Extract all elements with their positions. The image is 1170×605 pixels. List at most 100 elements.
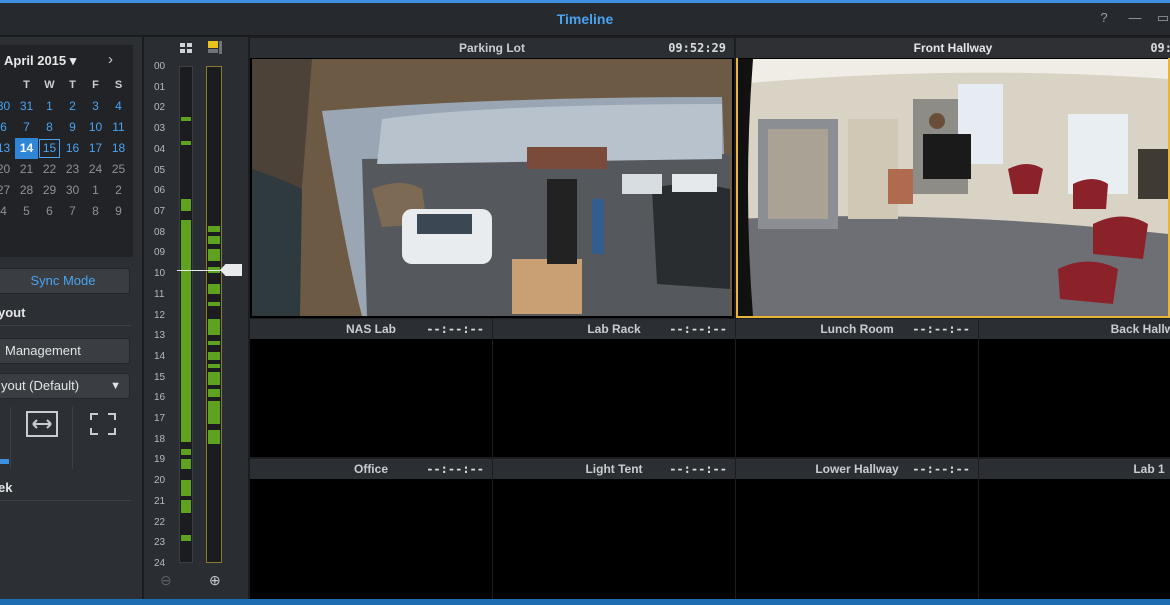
camera-tile-lower-hallway[interactable]: Lower Hallway --:--:-- [736,459,978,599]
recording-segment [181,535,191,542]
help-button[interactable]: ? [1095,9,1113,27]
calendar-day[interactable]: 7 [61,201,84,222]
timeline-track-left[interactable] [179,66,193,563]
minimize-button[interactable]: — [1126,9,1144,27]
sync-mode-button[interactable]: Sync Mode [0,268,130,294]
calendar-day[interactable]: 17 [84,138,107,159]
camera-tile-office[interactable]: Office --:--:-- [250,459,492,599]
recording-segment [208,401,220,424]
camera-tile-front-hallway[interactable]: Front Hallway 09: [736,38,1170,318]
month-selector[interactable]: April 2015 ▾ [4,53,76,69]
camera-header: Lab Rack --:--:-- [493,319,735,339]
calendar-day[interactable]: 14 [15,138,38,159]
calendar-day[interactable]: 2 [61,96,84,117]
calendar-day[interactable]: 6 [38,201,61,222]
camera-time: --:--:-- [426,462,484,476]
hour-label: 18 [154,433,166,445]
camera-tile-parking-lot[interactable]: Parking Lot 09:52:29 [250,38,734,318]
single-view-icon[interactable] [208,41,222,59]
calendar-day[interactable]: 8 [84,201,107,222]
recording-segment [208,225,220,232]
weekday-label: T [23,79,30,91]
week-section-title: ek [0,480,13,495]
calendar-day[interactable]: 11 [107,117,130,138]
hour-label: 17 [154,413,166,425]
calendar-day[interactable]: 16 [61,138,84,159]
calendar-day[interactable]: 27 [0,180,15,201]
calendar: April 2015 ▾ › T W T F S 30 31 1 2 3 4 6 7 8 9 10 11 13 14… [0,45,133,257]
calendar-day[interactable]: 29 [38,180,61,201]
weekday-label: T [69,79,76,91]
hour-label: 19 [154,454,166,466]
camera-time: --:--:-- [669,462,727,476]
calendar-day[interactable]: 1 [38,96,61,117]
hour-label: 22 [154,516,166,528]
camera-name: Front Hallway [913,41,993,55]
fullscreen-icon[interactable] [90,413,116,441]
camera-name: Parking Lot [458,41,525,55]
hour-label: 09 [154,247,166,259]
calendar-day[interactable]: 6 [0,117,15,138]
calendar-day[interactable]: 13 [0,138,15,159]
title-bar: Timeline ? — ▭ [0,3,1170,36]
camera-tile-lab-1[interactable]: Lab 1 [979,459,1170,599]
calendar-day[interactable]: 20 [0,159,15,180]
fit-width-icon[interactable] [26,411,58,443]
calendar-day[interactable]: 24 [84,159,107,180]
hour-label: 13 [154,330,166,342]
layout-section-title: yout [0,305,26,320]
calendar-day[interactable]: 31 [15,96,38,117]
calendar-day[interactable]: 5 [15,201,38,222]
calendar-day[interactable]: 30 [61,180,84,201]
weekday-label: W [44,79,55,91]
calendar-day[interactable]: 10 [84,117,107,138]
calendar-day[interactable]: 21 [15,159,38,180]
layout-dropdown[interactable]: yout (Default) ▼ [0,373,130,399]
calendar-day[interactable]: 9 [107,201,130,222]
maximize-button[interactable]: ▭ [1154,9,1170,27]
hour-label: 16 [154,392,166,404]
calendar-day[interactable]: 4 [0,201,15,222]
progress-indicator [0,459,9,464]
calendar-day[interactable]: 28 [15,180,38,201]
camera-tile-light-tent[interactable]: Light Tent --:--:-- [493,459,735,599]
hour-label: 20 [154,475,166,487]
calendar-day[interactable]: 23 [61,159,84,180]
divider [10,407,11,469]
zoom-in-icon[interactable]: ⊕ [209,572,221,589]
calendar-day[interactable]: 15 [38,138,61,159]
hour-label: 11 [154,288,165,300]
camera-time: --:--:-- [426,322,484,336]
calendar-grid: T W T F S 30 31 1 2 3 4 6 7 8 9 10 11 13 14 15 16 17 18 20 21 22 2… [0,75,130,222]
camera-header: Parking Lot 09:52:29 [250,38,734,58]
camera-tile-lunch-room[interactable]: Lunch Room --:--:-- [736,319,978,457]
hour-label: 05 [154,164,166,176]
calendar-day[interactable]: 25 [107,159,130,180]
calendar-day[interactable]: 30 [0,96,15,117]
calendar-day[interactable]: 4 [107,96,130,117]
camera-tile-back-hallway[interactable]: Back Hallway [979,319,1170,457]
calendar-day[interactable]: 3 [84,96,107,117]
management-button[interactable]: Management [0,338,130,364]
calendar-day[interactable]: 7 [15,117,38,138]
calendar-day[interactable]: 8 [38,117,61,138]
camera-tile-lab-rack[interactable]: Lab Rack --:--:-- [493,319,735,457]
calendar-day[interactable]: 9 [61,117,84,138]
calendar-day[interactable]: 2 [107,180,130,201]
playhead-handle[interactable] [220,264,242,276]
grid-view-icon[interactable] [180,42,193,60]
calendar-day[interactable]: 18 [107,138,130,159]
next-month-button[interactable]: › [108,51,113,68]
zoom-out-icon[interactable]: ⊖ [160,572,172,589]
camera-tile-nas-lab[interactable]: NAS Lab --:--:-- [250,319,492,457]
timeline-track-right[interactable] [206,66,222,563]
calendar-day[interactable]: 1 [84,180,107,201]
hour-label: 14 [154,350,166,362]
recording-segment [181,448,191,455]
recording-segment [208,283,220,294]
recording-segment [181,116,191,121]
recording-segment [208,430,220,445]
calendar-day[interactable]: 22 [38,159,61,180]
hour-label: 06 [154,185,166,197]
hour-label: 24 [154,558,166,569]
